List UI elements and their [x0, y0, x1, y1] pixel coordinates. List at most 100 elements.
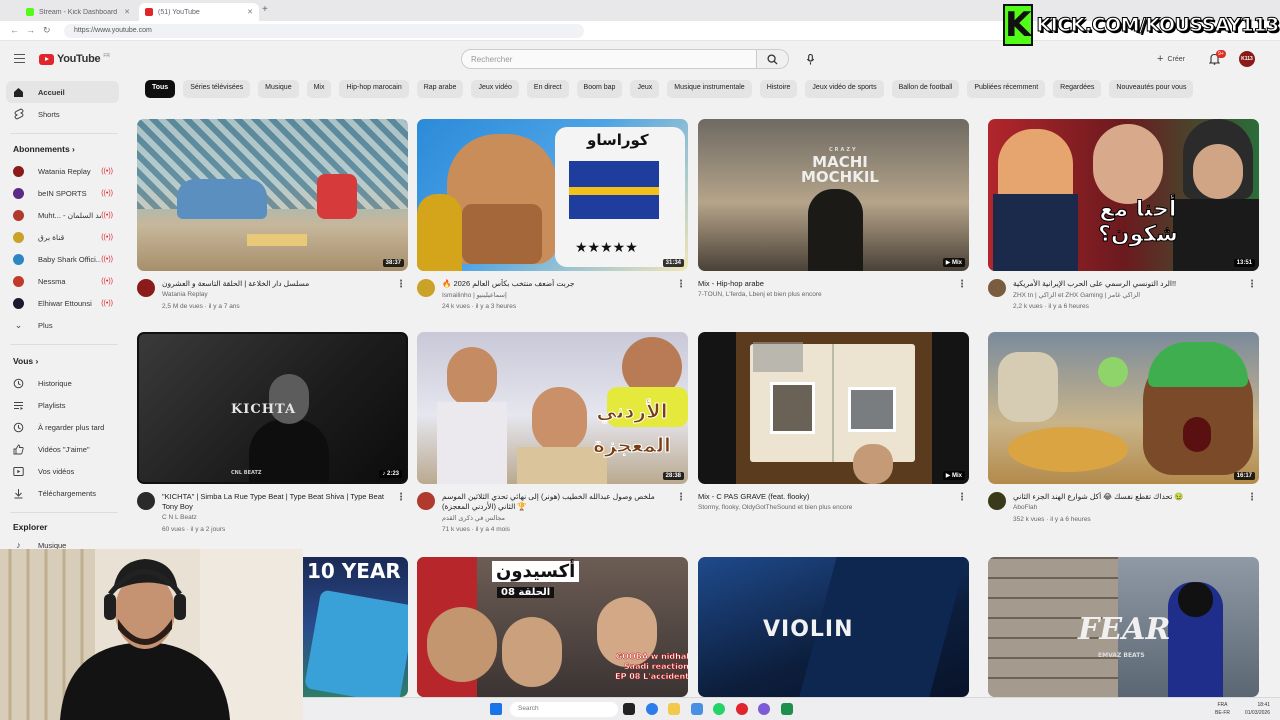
- tab-kick-dashboard[interactable]: Stream - Kick Dashboard ✕: [20, 3, 136, 21]
- sidebar-item-elhiwar[interactable]: Elhiwar Ettounsi ((•)): [6, 292, 119, 314]
- channel-name[interactable]: Watania Replay: [162, 291, 208, 298]
- sidebar-item-baby-shark[interactable]: Baby Shark Offici... ((•)): [6, 248, 119, 270]
- chip-jeux-video[interactable]: Jeux vidéo: [471, 80, 519, 98]
- more-options-icon[interactable]: ⋮: [1247, 492, 1257, 503]
- sidebar-item-playlists[interactable]: Playlists: [6, 394, 119, 416]
- more-options-icon[interactable]: ⋮: [957, 492, 967, 503]
- video-title[interactable]: ملخص وصول عبدالله الخطيب (هونر) إلى نهائ…: [442, 492, 674, 512]
- channel-avatar[interactable]: [417, 492, 435, 510]
- more-options-icon[interactable]: ⋮: [396, 492, 406, 503]
- subscriptions-header[interactable]: Abonnements ›: [13, 144, 75, 154]
- opera-browser-icon[interactable]: [736, 703, 748, 715]
- input-language[interactable]: FRA BE-FR: [1215, 701, 1230, 717]
- sidebar-item-barq[interactable]: قناة برق ((•)): [6, 226, 119, 248]
- youtube-logo[interactable]: YouTube FR: [39, 53, 110, 65]
- create-button[interactable]: + Créer: [1151, 51, 1191, 67]
- channel-name[interactable]: 7-TOUN, L'ferda, Lbenj et bien plus enco…: [698, 291, 822, 298]
- sidebar-item-bein-sports[interactable]: beIN SPORTS ((•)): [6, 182, 119, 204]
- video-thumbnail[interactable]: كوراساو ★★★★★ 31:34: [417, 119, 688, 271]
- app-icon[interactable]: [691, 703, 703, 715]
- new-tab-icon[interactable]: +: [262, 4, 268, 15]
- reload-icon[interactable]: ↻: [43, 25, 51, 36]
- app-icon[interactable]: [781, 703, 793, 715]
- sidebar-item-your-videos[interactable]: Vos vidéos: [6, 460, 119, 482]
- chip-musique[interactable]: Musique: [258, 80, 299, 98]
- video-thumbnail[interactable]: الأردني المعجزة 28:38: [417, 332, 688, 484]
- video-title[interactable]: Mix - C PAS GRAVE (feat. flooky): [698, 492, 930, 502]
- video-thumbnail[interactable]: ▶ Mix: [698, 332, 969, 484]
- more-options-icon[interactable]: ⋮: [396, 279, 406, 290]
- system-clock[interactable]: 18:41 01/03/2026: [1245, 701, 1270, 717]
- sidebar-item-nessma[interactable]: Nessma ((•)): [6, 270, 119, 292]
- chip-rap-arabe[interactable]: Rap arabe: [416, 80, 464, 98]
- chip-nouveautes[interactable]: Nouveautés pour vous: [1109, 80, 1194, 98]
- channel-avatar[interactable]: [417, 279, 435, 297]
- video-thumbnail[interactable]: CRAZY MACHI MOCHKIL ▶ Mix: [698, 119, 969, 271]
- channel-name[interactable]: مجالس في ذكرى القدم: [442, 514, 505, 522]
- chip-jeux[interactable]: Jeux: [630, 80, 660, 98]
- more-options-icon[interactable]: ⋮: [676, 492, 686, 503]
- tab-youtube[interactable]: (51) YouTube ✕: [139, 3, 259, 21]
- video-title[interactable]: "KICHTA" | Simba La Rue Type Beat | Type…: [162, 492, 394, 512]
- search-button[interactable]: [757, 49, 789, 69]
- whatsapp-icon[interactable]: [713, 703, 725, 715]
- channel-name[interactable]: Stormy, flooky, OldyGotTheSound et bien …: [698, 504, 852, 511]
- video-card[interactable]: أكسيدون الحلقة 08 GOOBA w nidhal Saadi r…: [417, 557, 688, 697]
- sidebar-item-downloads[interactable]: Téléchargements: [6, 482, 119, 504]
- sidebar-item-shorts[interactable]: Shorts: [6, 103, 119, 125]
- sidebar-item-more[interactable]: ⌄ Plus: [6, 314, 119, 336]
- taskbar-search-field[interactable]: Search: [510, 702, 618, 717]
- url-field[interactable]: https://www.youtube.com: [64, 24, 584, 38]
- chip-histoire[interactable]: Histoire: [759, 80, 798, 98]
- hamburger-menu-icon[interactable]: [14, 54, 25, 63]
- close-tab-icon[interactable]: ✕: [247, 8, 253, 16]
- video-thumbnail[interactable]: أحنا مع شكون؟ 13:51: [988, 119, 1259, 271]
- task-view-icon[interactable]: [623, 703, 635, 715]
- more-options-icon[interactable]: ⋮: [1247, 279, 1257, 290]
- video-thumbnail[interactable]: 38:37: [137, 119, 408, 271]
- video-thumbnail[interactable]: VIOLIN: [698, 557, 969, 697]
- channel-avatar[interactable]: [988, 279, 1006, 297]
- sidebar-item-muht[interactable]: Muht... - محمد السلمان ((•)): [6, 204, 119, 226]
- chip-hiphop-marocain[interactable]: Hip-hop marocain: [339, 80, 409, 98]
- video-title[interactable]: تحداك تقطع نفسك 😂 أكل شوارع الهند الجزء …: [1013, 492, 1245, 502]
- more-options-icon[interactable]: ⋮: [676, 279, 686, 290]
- chip-jeux-sports[interactable]: Jeux vidéo de sports: [805, 80, 884, 98]
- video-card[interactable]: VIOLIN: [698, 557, 969, 697]
- search-input[interactable]: Rechercher: [461, 49, 757, 69]
- discord-icon[interactable]: [758, 703, 770, 715]
- video-thumbnail[interactable]: أكسيدون الحلقة 08 GOOBA w nidhal Saadi r…: [417, 557, 688, 697]
- video-card[interactable]: FEAR EMVAZ BEATS: [988, 557, 1259, 697]
- sidebar-item-watch-later[interactable]: À regarder plus tard: [6, 416, 119, 438]
- chip-series[interactable]: Séries télévisées: [183, 80, 251, 98]
- chip-mix[interactable]: Mix: [306, 80, 332, 98]
- chip-musique-instrumentale[interactable]: Musique instrumentale: [667, 80, 752, 98]
- forward-icon[interactable]: →: [26, 25, 35, 35]
- sidebar-item-watania-replay[interactable]: Watania Replay ((•)): [6, 160, 119, 182]
- back-icon[interactable]: ←: [10, 25, 19, 35]
- voice-search-button[interactable]: [799, 49, 821, 69]
- video-title[interactable]: الرد التونسي الرسمي على الحرب الإيرانية …: [1013, 279, 1245, 289]
- edge-browser-icon[interactable]: [646, 703, 658, 715]
- sidebar-item-liked-videos[interactable]: Vidéos "J'aime": [6, 438, 119, 460]
- sidebar-item-history[interactable]: Historique: [6, 372, 119, 394]
- more-options-icon[interactable]: ⋮: [957, 279, 967, 290]
- channel-name[interactable]: ZHX tn | الزاكي et ZHX Gaming | الزاكي غ…: [1013, 291, 1140, 299]
- channel-avatar[interactable]: [988, 492, 1006, 510]
- channel-name[interactable]: Ismailinho | إسماعيلينيو: [442, 291, 507, 299]
- chip-publiees-recemment[interactable]: Publiées récemment: [967, 80, 1046, 98]
- chip-regardees[interactable]: Regardées: [1053, 80, 1102, 98]
- video-thumbnail[interactable]: FEAR EMVAZ BEATS: [988, 557, 1259, 697]
- channel-name[interactable]: C N L Beatz: [162, 514, 197, 521]
- sidebar-item-home[interactable]: Accueil: [6, 81, 119, 103]
- chip-en-direct[interactable]: En direct: [526, 80, 569, 98]
- close-tab-icon[interactable]: ✕: [124, 8, 130, 16]
- channel-avatar[interactable]: [137, 279, 155, 297]
- video-title[interactable]: Mix - Hip-hop arabe: [698, 279, 930, 289]
- chip-boom-bap[interactable]: Boom bap: [576, 80, 623, 98]
- windows-start-icon[interactable]: [490, 703, 502, 715]
- chip-ballon-football[interactable]: Ballon de football: [891, 80, 960, 98]
- video-thumbnail[interactable]: 16:17: [988, 332, 1259, 484]
- channel-name[interactable]: AboFlah: [1013, 504, 1037, 511]
- chip-tous[interactable]: Tous: [145, 80, 176, 98]
